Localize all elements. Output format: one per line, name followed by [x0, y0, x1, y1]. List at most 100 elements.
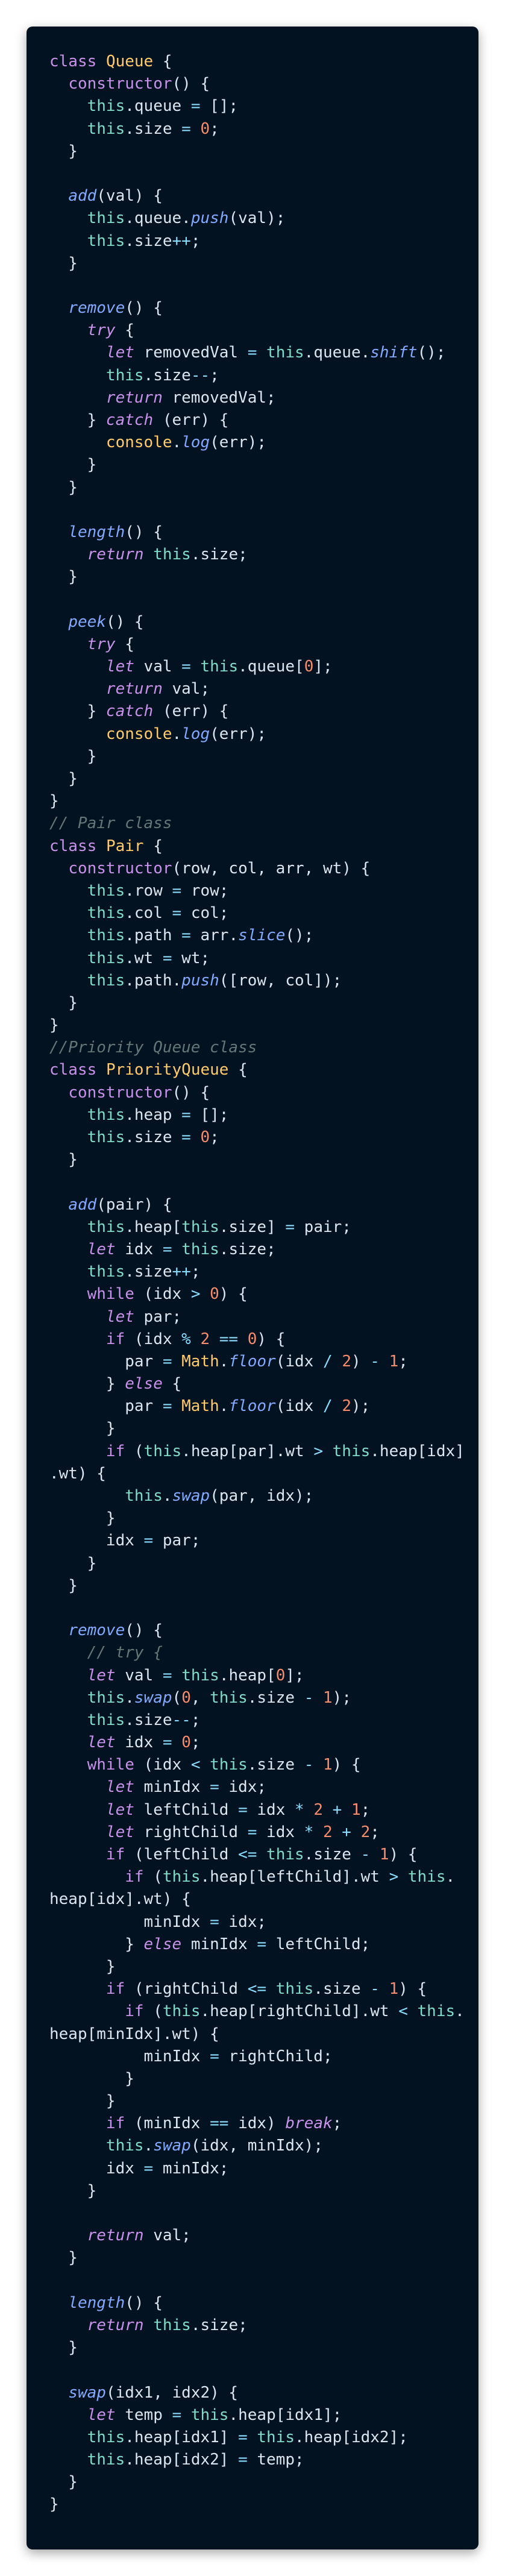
code-line: class PriorityQueue { [49, 1061, 248, 1079]
code-line: class Pair { [49, 837, 163, 855]
code-line: } [49, 2092, 116, 2111]
code-line: } [49, 993, 78, 1012]
code-line: } [49, 2181, 97, 2200]
code-line: this.size = 0; [87, 119, 219, 138]
code-line: idx = minIdx; [49, 2159, 229, 2178]
code-line: let idx = this.size; [87, 1240, 276, 1258]
code-line: } [49, 1509, 116, 1528]
code-line: return this.size; [87, 2316, 248, 2334]
code-line: } [49, 1151, 78, 1169]
code-line: } [49, 1016, 59, 1035]
code-line: while (idx < this.size - 1) { [87, 1756, 361, 1774]
code-line: remove() { [68, 299, 163, 318]
code-line: if (idx % 2 == 0) { [105, 1330, 286, 1348]
code-line: } else { [49, 1375, 182, 1393]
code-line: this.heap[idx2] = temp; [87, 2451, 304, 2469]
code-line: let val = this.heap[0]; [87, 1666, 304, 1685]
code-line: this.swap(0, this.size - 1); [87, 1688, 351, 1707]
code-line: this.size--; [87, 1711, 201, 1729]
code-line: par = Math.floor(idx / 2) - 1; [49, 1352, 408, 1371]
code-line: par = Math.floor(idx / 2); [49, 1397, 371, 1416]
code-line: } [49, 568, 78, 586]
code-line: ​ [49, 163, 466, 185]
code-line: this.heap[idx1] = this.heap[idx2]; [87, 2428, 408, 2446]
code-line: let temp = this.heap[idx1]; [87, 2405, 342, 2424]
code-line: while (idx > 0) { [87, 1285, 248, 1304]
code-line: try { [87, 635, 134, 653]
code-line: swap(idx1, idx2) { [68, 2383, 239, 2402]
code-line: return removedVal; [105, 388, 276, 407]
code-line: if (this.heap[leftChild].wt > this. [125, 1868, 456, 1886]
code-line: } [49, 2473, 78, 2492]
code-line: let removedVal = this.queue.shift(); [105, 344, 446, 362]
code-line: length() { [68, 523, 163, 541]
code-line: return val; [87, 2226, 191, 2245]
code-line: } [49, 478, 78, 497]
code-line: let par; [105, 1307, 182, 1326]
code-line: } [49, 2339, 78, 2357]
code-line: } [49, 142, 78, 160]
code-line: length() { [68, 2293, 163, 2312]
code-line: ​ [49, 499, 466, 521]
code-line: constructor(row, col, arr, wt) { [68, 859, 371, 878]
code-line: return this.size; [87, 545, 248, 564]
code-line: this.size--; [105, 366, 219, 385]
code-line: constructor() { [68, 75, 210, 93]
code-block: class Queue { constructor() { this.queue… [49, 51, 466, 2516]
code-line: this.path.push([row, col]); [87, 971, 342, 990]
code-block-card: class Queue { constructor() { this.queue… [27, 27, 478, 2549]
code-line: } [49, 456, 97, 474]
code-line: } [49, 1957, 116, 1976]
code-line: this.size++; [87, 231, 201, 250]
code-line: ​ [49, 275, 466, 297]
code-line: this.size = 0; [87, 1128, 219, 1146]
code-line: } [49, 747, 97, 765]
code-line: if (minIdx == idx) break; [105, 2114, 342, 2133]
code-line: this.queue = []; [87, 97, 239, 116]
code-line: //Priority Queue class [49, 1038, 257, 1057]
code-line: remove() { [68, 1621, 163, 1640]
code-line: let idx = 0; [87, 1733, 201, 1752]
code-line: this.size++; [87, 1263, 201, 1281]
code-line: minIdx = idx; [49, 1912, 267, 1931]
code-line: idx = par; [49, 1531, 201, 1550]
code-line: } else minIdx = leftChild; [49, 1935, 371, 1953]
code-line: this.row = row; [87, 881, 229, 900]
code-line: .wt) { [49, 1464, 106, 1483]
code-line: ​ [49, 589, 466, 611]
code-line: ​ [49, 2359, 466, 2381]
code-line: this.path = arr.slice(); [87, 926, 314, 945]
code-line: this.col = col; [87, 904, 229, 923]
code-line: this.queue.push(val); [87, 209, 286, 228]
code-line: // try { [87, 1644, 163, 1662]
code-line: let rightChild = idx * 2 + 2; [105, 1823, 380, 1841]
code-line: ​ [49, 2202, 466, 2225]
code-line: let val = this.queue[0]; [105, 658, 333, 676]
code-line: ​ [49, 2270, 466, 2292]
code-line: console.log(err); [105, 724, 267, 743]
code-line: if (leftChild <= this.size - 1) { [105, 1846, 418, 1864]
code-line: heap[minIdx].wt) { [49, 2025, 219, 2043]
code-line: let leftChild = idx * 2 + 1; [105, 1800, 371, 1819]
code-line: if (rightChild <= this.size - 1) { [105, 1980, 427, 1999]
code-line: } [49, 792, 59, 811]
code-line: } [49, 1554, 97, 1572]
code-line: } [49, 254, 78, 272]
code-line: this.swap(par, idx); [125, 1487, 314, 1505]
code-line: } catch (err) { [49, 702, 229, 721]
code-line: ​ [49, 1597, 466, 1619]
code-line: } [49, 2495, 59, 2514]
code-line: heap[idx].wt) { [49, 1890, 191, 1909]
code-line: } [49, 1576, 78, 1595]
code-line: let minIdx = idx; [105, 1778, 267, 1797]
code-line: if (this.heap[rightChild].wt < this. [125, 2002, 465, 2021]
code-line: this.heap[this.size] = pair; [87, 1217, 351, 1236]
code-line: add(pair) { [68, 1195, 172, 1214]
code-line: constructor() { [68, 1083, 210, 1102]
code-line: console.log(err); [105, 433, 267, 452]
code-line: this.swap(idx, minIdx); [105, 2137, 323, 2155]
code-line: } [49, 1419, 116, 1438]
code-line: this.heap = []; [87, 1105, 229, 1124]
code-line: return val; [105, 680, 210, 699]
code-line: } catch (err) { [49, 411, 229, 429]
